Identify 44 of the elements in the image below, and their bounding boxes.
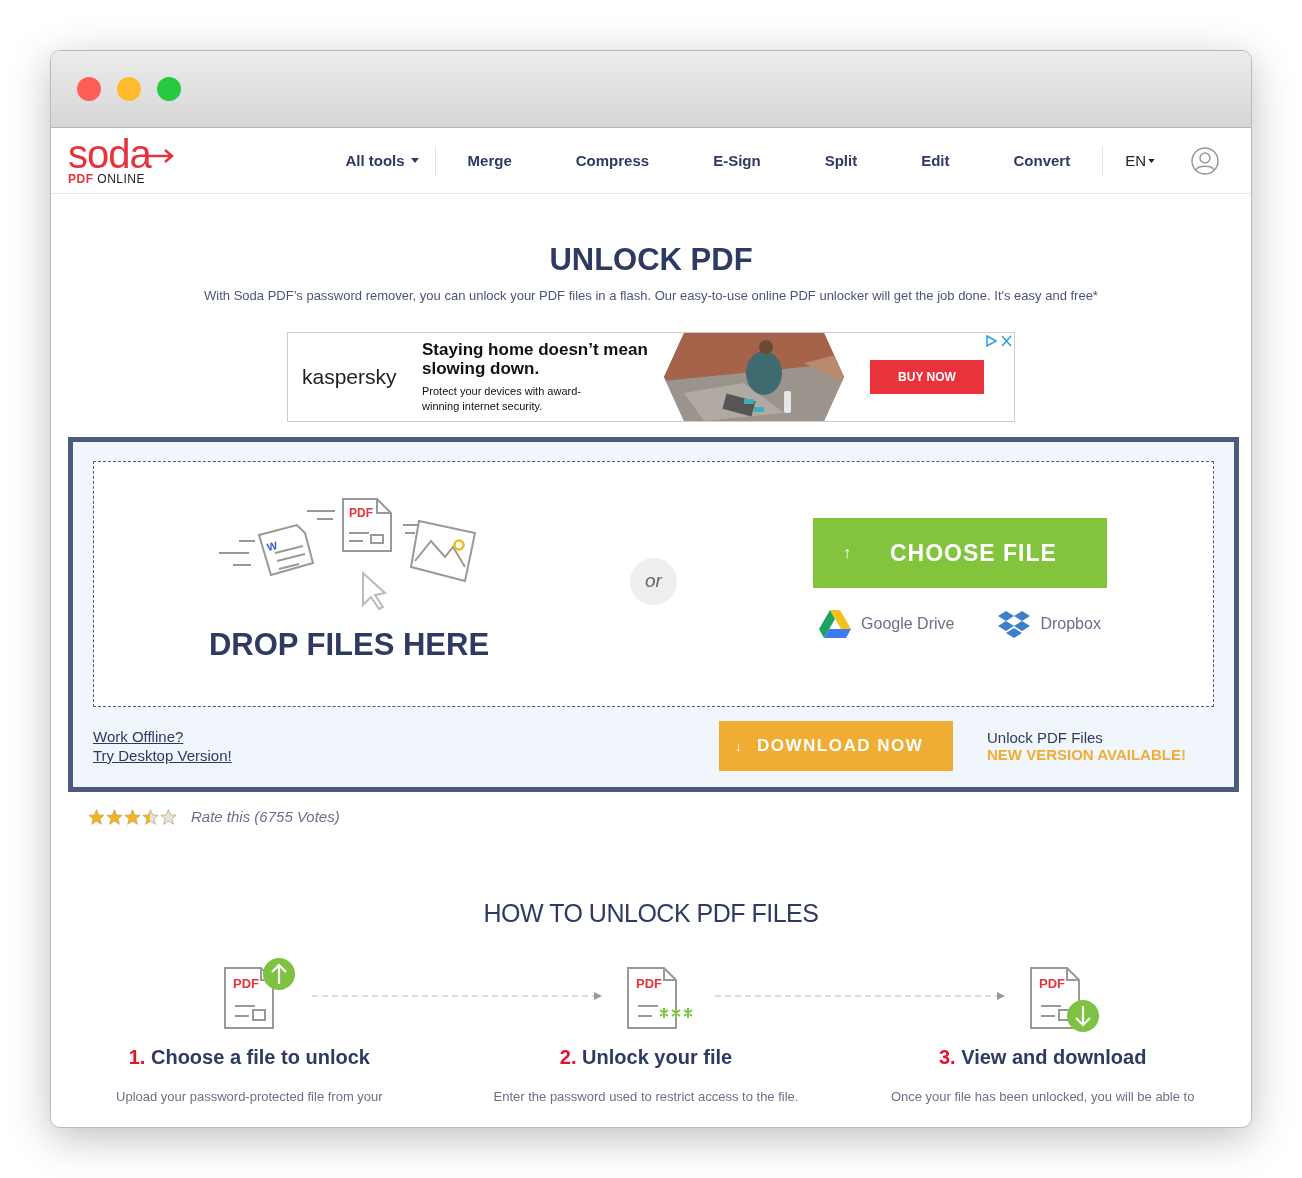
user-icon[interactable]: [1191, 146, 1219, 175]
close-dot-icon[interactable]: [77, 77, 101, 101]
new-version-notice: NEW VERSION AVAILABLE!: [987, 746, 1186, 763]
step-description: Enter the password used to restrict access to the file.: [493, 1089, 799, 1104]
logo-wordmark[interactable]: soda: [68, 135, 151, 172]
or-separator: or: [630, 557, 677, 605]
ad-headline: Staying home doesn’t mean slowing down.: [422, 340, 649, 378]
ad-brand-logo: kaspersky: [301, 365, 398, 389]
promo-title: Unlock PDF Files: [987, 729, 1104, 746]
star-rating[interactable]: [88, 808, 177, 825]
rating-label: Rate this (6755 Votes): [191, 808, 340, 825]
page-subtitle: With Soda PDF’s password remover, you can unlock your PDF files in a flash. Our easy-to-use online PDF unlocker will get the job done. It's easy and free*: [203, 288, 1099, 303]
nav-link[interactable]: E-Sign: [681, 152, 793, 169]
logo-subtitle: PDF ONLINE: [68, 171, 146, 186]
step-description: Once your file has been unlocked, you will be able to: [890, 1089, 1195, 1104]
nav-link[interactable]: All tools: [345, 152, 435, 169]
ad-choices-icon[interactable]: [986, 335, 1012, 347]
drop-files-label: DROP FILES HERE: [208, 627, 490, 663]
caret-icon: [1148, 158, 1155, 163]
buy-now-button[interactable]: BUY NOW: [870, 360, 984, 394]
desktop-link[interactable]: Try Desktop Version!: [93, 747, 719, 764]
page-title: UNLOCK PDF: [548, 242, 754, 278]
step-title: 3. View and download: [938, 1046, 1147, 1069]
step-title: 2. Unlock your file: [559, 1046, 733, 1069]
dropbox-icon: [998, 610, 1031, 638]
cloud-source-link[interactable]: Dropbox: [998, 610, 1101, 638]
nav-link[interactable]: Edit: [889, 152, 982, 169]
zoom-dot-icon[interactable]: [157, 77, 181, 101]
advertisement-banner[interactable]: kaspersky Staying home doesn’t mean slowing down. Protect your devices with award-winning internet security. BUY NOW: [287, 332, 1015, 422]
desktop-link[interactable]: Work Offline?: [93, 728, 719, 745]
section-heading: HOW TO UNLOCK PDF FILES: [482, 899, 820, 928]
nav-link[interactable]: Compress: [543, 152, 682, 169]
ad-body-text: Protect your devices with award-winning internet security.: [422, 384, 582, 414]
minimize-dot-icon[interactable]: [117, 77, 141, 101]
files-drawing: W PDF: [219, 497, 479, 617]
drive-icon: [819, 610, 852, 638]
drop-zone[interactable]: W PDF DROP FILES HERE or ↑ CHOOSE FILE Google Drive Dropbox: [93, 461, 1214, 707]
nav-link[interactable]: Split: [792, 152, 890, 169]
nav-link[interactable]: Merge: [435, 152, 544, 169]
step-title: 1. Choose a file to unlock: [128, 1046, 370, 1069]
cloud-source-link[interactable]: Google Drive: [819, 610, 955, 638]
nav-link[interactable]: Convert: [981, 152, 1103, 169]
language-selector[interactable]: EN: [1103, 152, 1177, 169]
step-description: Upload your password-protected file from your: [116, 1089, 383, 1104]
